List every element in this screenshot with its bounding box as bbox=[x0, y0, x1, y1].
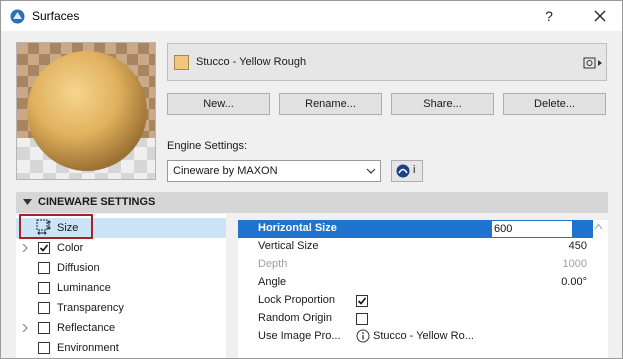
info-icon bbox=[356, 329, 370, 343]
channel-label: Reflectance bbox=[57, 322, 116, 334]
channel-item-color[interactable]: Color bbox=[16, 238, 226, 258]
material-selector[interactable]: Stucco - Yellow Rough bbox=[167, 43, 607, 81]
channel-checkbox[interactable] bbox=[38, 262, 50, 274]
channel-label: Environment bbox=[57, 342, 119, 354]
lock-proportion-checkbox[interactable] bbox=[356, 295, 368, 307]
help-button[interactable]: ? bbox=[539, 6, 559, 26]
prop-row-vertical-size[interactable]: Vertical Size 450 bbox=[238, 238, 593, 256]
prop-label: Random Origin bbox=[258, 312, 332, 324]
prop-row-depth: Depth 1000 bbox=[238, 256, 593, 274]
prop-value: 1000 bbox=[562, 258, 587, 270]
checkmark-icon bbox=[39, 244, 49, 252]
horizontal-size-input[interactable]: 600 bbox=[491, 220, 573, 238]
section-title: CINEWARE SETTINGS bbox=[38, 196, 156, 208]
cineware-logo-icon bbox=[396, 164, 410, 178]
sphere-preview-image bbox=[17, 43, 155, 179]
channel-item-reflectance[interactable]: Reflectance bbox=[16, 318, 226, 338]
delete-button[interactable]: Delete... bbox=[503, 93, 606, 115]
channel-label: Transparency bbox=[57, 302, 124, 314]
chevron-down-icon bbox=[366, 168, 376, 174]
prop-label: Depth bbox=[258, 258, 288, 270]
channel-item-transparency[interactable]: Transparency bbox=[16, 298, 226, 318]
channel-list: Size Color Diffusion Luminance Transpare… bbox=[16, 214, 226, 358]
prop-label: Vertical Size bbox=[258, 240, 319, 252]
highlight-frame bbox=[19, 214, 93, 239]
prop-label: Lock Proportion bbox=[258, 294, 336, 306]
prop-row-random-origin[interactable]: Random Origin bbox=[238, 310, 593, 328]
channel-item-luminance[interactable]: Luminance bbox=[16, 278, 226, 298]
archicad-app-icon bbox=[10, 9, 25, 24]
prop-row-lock-proportion[interactable]: Lock Proportion bbox=[238, 292, 593, 310]
material-name: Stucco - Yellow Rough bbox=[196, 56, 307, 68]
expand-arrow-icon[interactable] bbox=[22, 324, 28, 332]
channel-item-environment[interactable]: Environment bbox=[16, 338, 226, 358]
prop-value: 0.00° bbox=[561, 276, 587, 288]
channel-checkbox[interactable] bbox=[38, 302, 50, 314]
channel-checkbox[interactable] bbox=[38, 282, 50, 294]
new-button[interactable]: New... bbox=[167, 93, 270, 115]
channel-checkbox[interactable] bbox=[38, 322, 50, 334]
random-origin-checkbox[interactable] bbox=[356, 313, 368, 325]
channel-label: Diffusion bbox=[57, 262, 100, 274]
channel-checkbox[interactable] bbox=[38, 342, 50, 354]
prop-row-use-image-properties[interactable]: Use Image Pro... Stucco - Yellow Ro... bbox=[238, 328, 593, 346]
window-title: Surfaces bbox=[32, 9, 80, 23]
info-glyph: i bbox=[413, 164, 416, 176]
channel-item-diffusion[interactable]: Diffusion bbox=[16, 258, 226, 278]
share-button[interactable]: Share... bbox=[391, 93, 494, 115]
material-color-swatch bbox=[174, 55, 189, 70]
channel-checkbox[interactable] bbox=[38, 242, 50, 254]
engine-select[interactable]: Cineware by MAXON bbox=[167, 160, 381, 182]
collapse-triangle-icon bbox=[23, 199, 32, 205]
channel-label: Color bbox=[57, 242, 84, 254]
prop-value: Stucco - Yellow Ro... bbox=[373, 330, 474, 342]
expand-arrow-icon[interactable] bbox=[22, 244, 28, 252]
surfaces-dialog: Surfaces ? Stucco - Yellow Rough New... … bbox=[0, 0, 623, 359]
prop-label: Horizontal Size bbox=[258, 222, 337, 234]
prop-row-angle[interactable]: Angle 0.00° bbox=[238, 274, 593, 292]
scroll-up-icon[interactable] bbox=[594, 223, 603, 230]
checkmark-icon bbox=[357, 297, 367, 305]
close-icon[interactable] bbox=[590, 6, 610, 26]
prop-label: Use Image Pro... bbox=[258, 330, 341, 342]
material-catalog-icon[interactable] bbox=[583, 55, 603, 71]
engine-settings-label: Engine Settings: bbox=[167, 140, 248, 152]
cineware-settings-header[interactable]: CINEWARE SETTINGS bbox=[16, 192, 608, 213]
prop-value: 450 bbox=[568, 240, 587, 252]
title-bar: Surfaces ? bbox=[1, 1, 622, 31]
properties-panel: Horizontal Size 600 Vertical Size 450 De… bbox=[238, 220, 608, 358]
engine-info-button[interactable]: i bbox=[391, 160, 423, 182]
rename-button[interactable]: Rename... bbox=[279, 93, 382, 115]
prop-row-horizontal-size[interactable]: Horizontal Size 600 bbox=[238, 220, 593, 238]
prop-label: Angle bbox=[258, 276, 287, 288]
engine-select-value: Cineware by MAXON bbox=[173, 165, 278, 177]
material-preview bbox=[16, 42, 156, 180]
channel-label: Luminance bbox=[57, 282, 111, 294]
